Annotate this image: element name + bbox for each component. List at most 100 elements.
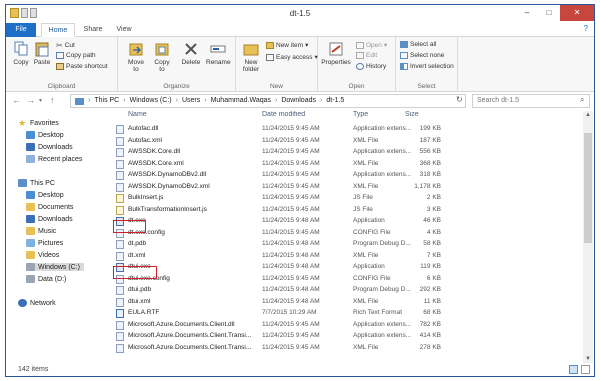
file-type: CONFIG File xyxy=(353,274,391,282)
nav-favorites-recent-places[interactable]: Recent places xyxy=(26,155,82,163)
file-list: Name Date modified Type Size Autofac.dll… xyxy=(110,111,582,363)
tab-home[interactable]: Home xyxy=(41,23,75,37)
file-name: AWSSDK.DynamoDBv2.dll xyxy=(128,171,207,178)
paste-shortcut-button[interactable]: Paste shortcut xyxy=(56,63,108,70)
nav-pc-music[interactable]: Music xyxy=(26,227,56,235)
new-folder-icon xyxy=(243,44,259,56)
nav-pc-data-d[interactable]: Data (D:) xyxy=(26,275,66,283)
copy-path-icon xyxy=(56,52,64,59)
tab-view[interactable]: View xyxy=(112,23,136,37)
table-row[interactable]: dtui.xml 11/24/2015 9:48 AM XML File 11 KB xyxy=(110,297,582,308)
delete-button[interactable]: Delete xyxy=(180,41,202,66)
table-row[interactable]: dt.pdb 11/24/2015 9:48 AM Program Debug D.… xyxy=(110,239,582,250)
table-row[interactable]: Microsoft.Azure.Documents.Client.dll 11/2… xyxy=(110,320,582,331)
refresh-icon[interactable]: ↻ xyxy=(456,95,463,104)
copy-button[interactable]: Copy xyxy=(12,41,30,66)
history-button[interactable]: History xyxy=(356,63,386,70)
highlight-dt-exe xyxy=(113,220,146,233)
scroll-down-icon[interactable]: ▼ xyxy=(583,356,593,362)
forward-icon[interactable]: → xyxy=(26,95,35,105)
close-button[interactable]: ✕ xyxy=(560,5,594,21)
nav-pc-pictures[interactable]: Pictures xyxy=(26,239,63,247)
breadcrumb-dt[interactable]: dt-1.5 xyxy=(326,95,344,107)
cut-button[interactable]: ✂ Cut xyxy=(56,41,75,50)
table-row[interactable]: dtui.exe 11/24/2015 9:48 AM Application 119… xyxy=(110,262,582,273)
vertical-scrollbar[interactable]: ▲ ▼ xyxy=(583,111,593,363)
move-to-button[interactable]: Move to xyxy=(126,41,146,73)
nav-pc-desktop[interactable]: Desktop xyxy=(26,191,64,199)
column-header-date[interactable]: Date modified xyxy=(262,111,305,123)
search-icon: ⌕ xyxy=(580,95,585,104)
nav-favorites-downloads[interactable]: Downloads xyxy=(26,143,73,151)
file-type: Application extens... xyxy=(353,320,412,328)
column-header-size[interactable]: Size xyxy=(405,111,419,123)
copy-path-button[interactable]: Copy path xyxy=(56,52,96,59)
large-icons-view-icon[interactable] xyxy=(581,365,590,374)
breadcrumb-users[interactable]: Users xyxy=(182,95,200,107)
table-row[interactable]: Microsoft.Azure.Documents.Client.Transi.… xyxy=(110,343,582,354)
edit-button[interactable]: Edit xyxy=(356,52,377,59)
music-icon xyxy=(26,227,35,235)
scroll-up-icon[interactable]: ▲ xyxy=(583,112,593,118)
easy-access-button[interactable]: Easy access ▾ xyxy=(266,53,318,61)
minimize-button[interactable]: – xyxy=(516,5,538,21)
nav-pc-windows-c[interactable]: Windows (C:) xyxy=(26,263,85,271)
rtf-file-icon xyxy=(116,309,124,318)
item-count: 142 items xyxy=(18,366,49,373)
table-row[interactable]: dtui.exe.config 11/24/2015 9:45 AM CONFIG … xyxy=(110,274,582,285)
rename-button[interactable]: Rename xyxy=(206,41,231,66)
table-row[interactable]: dtui.pdb 11/24/2015 9:48 AM Program Debug … xyxy=(110,285,582,296)
table-row[interactable]: AWSSDK.DynamoDBv2.dll 11/24/2015 9:45 AM A… xyxy=(110,170,582,181)
table-row[interactable]: AWSSDK.Core.dll 11/24/2015 9:45 AM Applica… xyxy=(110,147,582,158)
breadcrumb-downloads[interactable]: Downloads xyxy=(281,95,316,107)
open-group: Properties Open ▾ Edit History Open xyxy=(318,37,396,92)
breadcrumb-windows-c[interactable]: Windows (C:) xyxy=(130,95,172,107)
table-row[interactable]: BulkInsert.js 11/24/2015 9:45 AM JS File 2 … xyxy=(110,193,582,204)
scroll-thumb[interactable] xyxy=(584,133,592,243)
recent-locations-icon[interactable]: ▾ xyxy=(39,97,42,104)
maximize-button[interactable]: □ xyxy=(538,5,560,21)
select-all-button[interactable]: Select all xyxy=(400,41,436,48)
breadcrumb-user[interactable]: Muhammad.Waqas xyxy=(211,95,271,107)
table-row[interactable]: dt.xml 11/24/2015 9:48 AM XML File 7 KB xyxy=(110,251,582,262)
file-size: 7 KB xyxy=(426,251,441,259)
new-item-button[interactable]: New item ▾ xyxy=(266,41,308,49)
open-button[interactable]: Open ▾ xyxy=(356,41,387,49)
breadcrumb[interactable]: › This PC › Windows (C:) › Users › Muham… xyxy=(70,94,466,108)
table-row[interactable]: dt.exe 11/24/2015 9:48 AM Application 46 KB xyxy=(110,216,582,227)
nav-this-pc[interactable]: This PC xyxy=(18,179,55,187)
table-row[interactable]: BulkTransformationInsert.js 11/24/2015 9:… xyxy=(110,205,582,216)
table-row[interactable]: Autofac.xml 11/24/2015 9:45 AM XML File 187… xyxy=(110,136,582,147)
nav-pc-videos[interactable]: Videos xyxy=(26,251,59,259)
tab-share[interactable]: Share xyxy=(80,23,106,37)
column-header-type[interactable]: Type xyxy=(353,111,368,123)
column-header-name[interactable]: Name xyxy=(128,111,147,123)
back-icon[interactable]: ← xyxy=(12,95,21,105)
properties-button[interactable]: Properties xyxy=(320,41,352,66)
search-input[interactable]: Search dt-1.5 xyxy=(472,94,590,108)
dll-file-icon xyxy=(116,125,124,134)
nav-favorites[interactable]: ★ Favorites xyxy=(18,119,59,128)
title-bar: dt-1.5 – □ ✕ xyxy=(6,5,594,23)
nav-pc-documents[interactable]: Documents xyxy=(26,203,73,211)
table-row[interactable]: Microsoft.Azure.Documents.Client.Transi.… xyxy=(110,331,582,342)
table-row[interactable]: AWSSDK.Core.xml 11/24/2015 9:45 AM XML Fil… xyxy=(110,159,582,170)
copy-to-button[interactable]: Copy to xyxy=(152,41,172,73)
new-folder-button[interactable]: New folder xyxy=(240,41,262,73)
table-row[interactable]: Autofac.dll 11/24/2015 9:45 AM Application… xyxy=(110,124,582,135)
details-view-icon[interactable] xyxy=(569,365,578,374)
table-row[interactable]: dt.exe.config 11/24/2015 9:45 AM CONFIG Fi… xyxy=(110,228,582,239)
select-none-button[interactable]: Select none xyxy=(400,52,444,59)
up-icon[interactable]: ↑ xyxy=(50,95,55,105)
table-row[interactable]: EULA.RTF 7/7/2015 10:29 AM Rich Text Forma… xyxy=(110,308,582,319)
nav-pc-downloads[interactable]: Downloads xyxy=(26,215,73,223)
nav-favorites-desktop[interactable]: Desktop xyxy=(26,131,64,139)
help-icon[interactable]: ? xyxy=(584,24,588,33)
invert-selection-button[interactable]: Invert selection xyxy=(400,63,454,70)
paste-button[interactable]: Paste xyxy=(32,41,52,66)
breadcrumb-this-pc[interactable]: This PC xyxy=(94,95,119,107)
file-name: Microsoft.Azure.Documents.Client.Transi.… xyxy=(128,343,252,351)
nav-network[interactable]: Network xyxy=(18,299,56,307)
table-row[interactable]: AWSSDK.DynamoDBv2.xml 11/24/2015 9:45 AM X… xyxy=(110,182,582,193)
tab-file[interactable]: File xyxy=(6,23,36,37)
